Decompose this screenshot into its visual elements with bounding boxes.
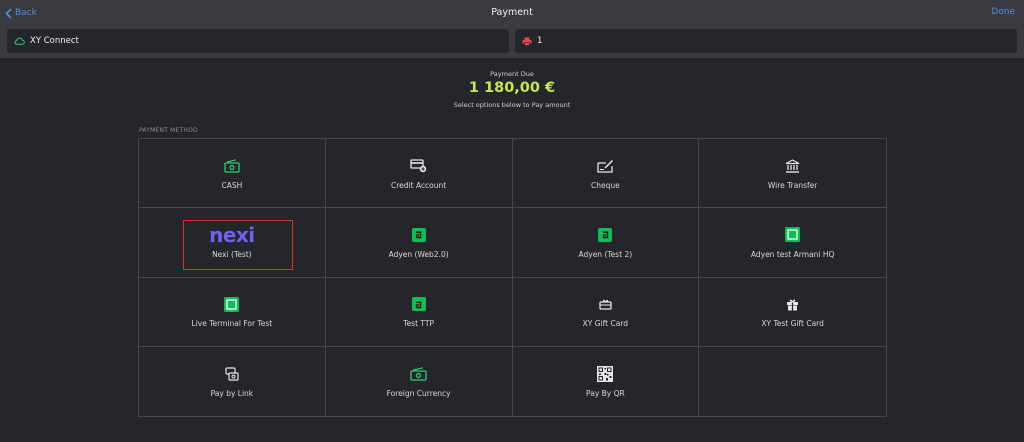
payment-hint: Select options below to Pay amount <box>453 101 571 109</box>
connection-status[interactable]: XY Connect <box>7 29 509 53</box>
top-bar: Back Payment Done XY Connect 1 <box>0 0 1024 58</box>
adyen-icon <box>411 227 426 242</box>
payment-method-foreign-currency[interactable]: Foreign Currency <box>326 346 513 416</box>
payment-method-nexi[interactable]: nexi Nexi (Test) <box>139 208 326 278</box>
cheque-icon <box>597 159 613 173</box>
payment-method-wire-transfer[interactable]: Wire Transfer <box>699 139 886 209</box>
connection-label: XY Connect <box>30 36 79 46</box>
payment-due-amount: 1 180,00 € <box>468 80 556 96</box>
payment-method-label: Adyen test Armani HQ <box>750 249 835 259</box>
payment-method-label: CASH <box>221 180 243 190</box>
payment-method-cash[interactable]: CASH <box>139 139 326 209</box>
payment-method-label: Cheque <box>591 180 620 190</box>
payment-method-live-terminal[interactable]: Live Terminal For Test <box>139 277 326 347</box>
payment-method-adyen-web[interactable]: Adyen (Web2.0) <box>325 208 513 278</box>
bank-icon <box>785 158 800 173</box>
cloud-icon <box>14 37 25 45</box>
printer-icon <box>522 37 532 46</box>
payment-method-xy-gift-card[interactable]: XY Gift Card <box>512 277 700 347</box>
payment-method-label: Test TTP <box>403 319 434 329</box>
payment-method-label: Credit Account <box>391 180 447 190</box>
payment-method-xy-test-gift-card[interactable]: XY Test Gift Card <box>699 278 886 347</box>
payment-method-label: Live Terminal For Test <box>191 319 273 329</box>
credit-account-icon <box>410 159 427 173</box>
pay-by-link-icon <box>225 367 239 381</box>
gift-icon <box>787 299 799 311</box>
payment-method-label: Adyen (Test 2) <box>578 249 633 259</box>
payment-method-pay-by-link[interactable]: Pay by Link <box>139 346 326 416</box>
payment-method-adyen-test2[interactable]: Adyen (Test 2) <box>512 208 700 278</box>
done-button[interactable]: Done <box>991 7 1015 17</box>
foreign-currency-icon <box>410 367 427 381</box>
printer-status[interactable]: 1 <box>515 29 1017 53</box>
cash-icon <box>224 158 240 173</box>
payment-method-credit-account[interactable]: Credit Account <box>325 139 513 209</box>
printer-value: 1 <box>537 36 543 46</box>
terminal-icon <box>785 227 801 243</box>
payment-method-heading: PAYMENT METHOD <box>139 127 198 134</box>
empty-cell <box>699 347 886 416</box>
payment-method-grid: CASH Credit Account Cheque Wire Transfer… <box>138 138 887 417</box>
payment-method-label: Pay by Link <box>210 388 254 398</box>
payment-method-label: XY Gift Card <box>582 319 629 329</box>
adyen-icon <box>598 227 613 242</box>
gift-card-icon <box>599 299 612 310</box>
payment-due-label: Payment Due <box>490 70 534 78</box>
qr-code-icon <box>597 365 614 382</box>
payment-method-pay-by-qr[interactable]: Pay By QR <box>513 346 700 416</box>
page-title: Payment <box>491 7 533 18</box>
selected-highlight <box>183 220 293 271</box>
payment-method-label: Wire Transfer <box>767 180 818 190</box>
payment-method-label: Pay By QR <box>586 388 625 398</box>
payment-method-label: Foreign Currency <box>386 388 451 398</box>
payment-method-label: XY Test Gift Card <box>761 319 824 329</box>
payment-method-adyen-armani[interactable]: Adyen test Armani HQ <box>699 208 886 278</box>
payment-method-test-ttp[interactable]: Test TTP <box>325 277 513 347</box>
adyen-icon <box>411 297 426 312</box>
payment-method-cheque[interactable]: Cheque <box>512 139 700 209</box>
payment-method-label: Adyen (Web2.0) <box>388 249 449 259</box>
terminal-icon <box>224 296 240 312</box>
